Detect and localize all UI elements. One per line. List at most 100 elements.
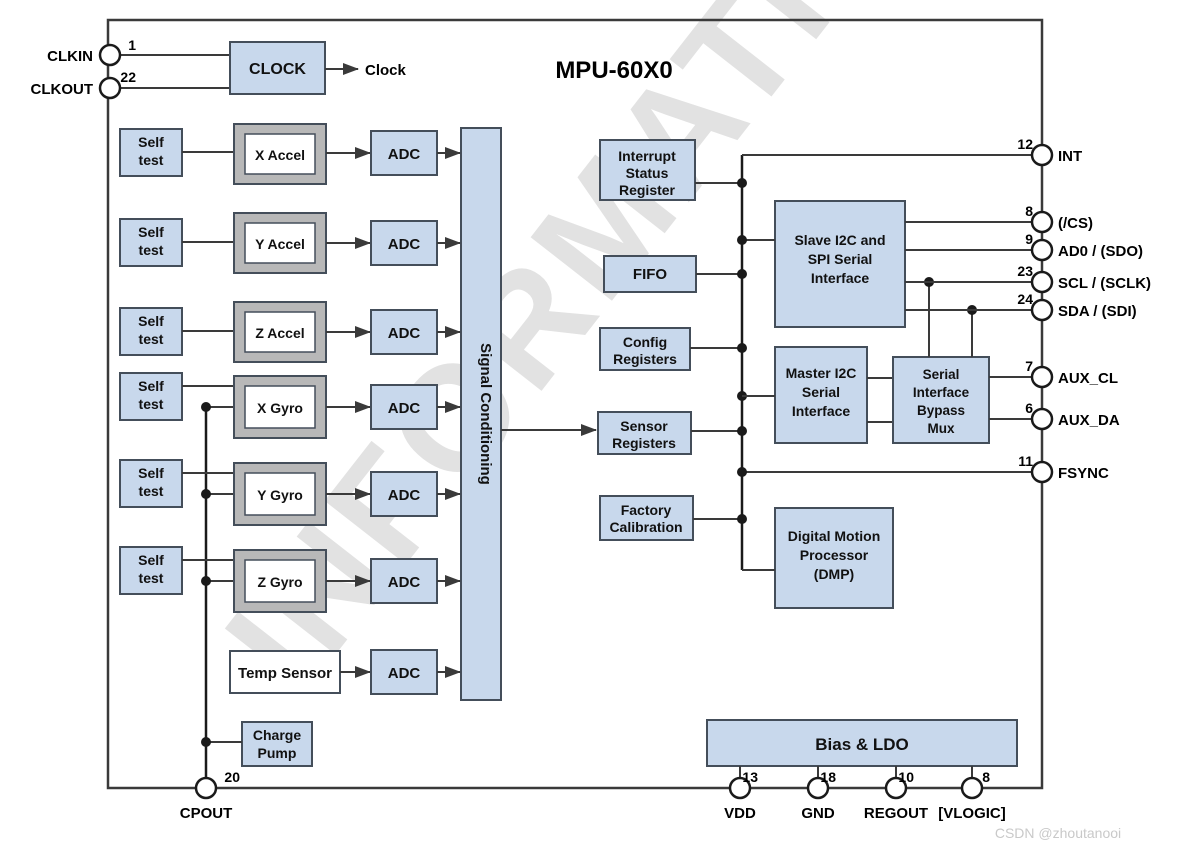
mux-label-4: Mux — [928, 421, 955, 436]
block-z-gyro-label: Z Gyro — [257, 574, 302, 590]
block-adc-x-gyro-label: ADC — [388, 400, 421, 417]
junction-dot-x-gyro — [201, 402, 211, 412]
pin-ad0-label: AD0 / (SDO) — [1058, 243, 1143, 260]
pin-aux-da-label: AUX_DA — [1058, 412, 1120, 429]
pin-ad0[interactable] — [1030, 238, 1054, 262]
pin-cs-number: 8 — [1025, 203, 1033, 219]
junction-dot-sensorreg — [737, 426, 747, 436]
mux-label-3: Bypass — [917, 403, 965, 418]
junction-dot-slave — [737, 235, 747, 245]
config-label-1: Config — [623, 334, 667, 350]
pin-vdd-label: VDD — [724, 805, 756, 822]
pin-aux-cl-number: 7 — [1025, 358, 1033, 374]
junction-dot-factcal — [737, 514, 747, 524]
block-adc-x-accel-label: ADC — [388, 146, 421, 163]
block-fifo-label: FIFO — [633, 266, 667, 283]
self-test-label-2: test — [139, 152, 164, 168]
block-y-accel-label: Y Accel — [255, 236, 305, 252]
pin-scl-label: SCL / (SCLK) — [1058, 275, 1151, 292]
pin-clkout-label: CLKOUT — [31, 81, 94, 98]
dmp-label-2: Processor — [800, 547, 869, 563]
dmp-label-1: Digital Motion — [788, 528, 881, 544]
self-test-label-2: test — [139, 483, 164, 499]
block-clock-label: CLOCK — [249, 61, 306, 78]
pin-aux-da-number: 6 — [1025, 400, 1033, 416]
pin-aux-cl-label: AUX_CL — [1058, 370, 1118, 387]
block-temp-sensor-label: Temp Sensor — [238, 665, 332, 682]
slave-label-1: Slave I2C and — [794, 232, 885, 248]
self-test-label-2: test — [139, 331, 164, 347]
isr-label-3: Register — [619, 182, 676, 198]
pin-aux-cl[interactable] — [1030, 365, 1054, 389]
pin-clkin[interactable] — [98, 43, 122, 67]
junction-dot-config — [737, 343, 747, 353]
block-y-gyro-label: Y Gyro — [257, 487, 303, 503]
pin-sda[interactable] — [1030, 298, 1054, 322]
pin-int[interactable] — [1030, 143, 1054, 167]
block-adc-z-gyro-label: ADC — [388, 574, 421, 591]
mux-label-2: Interface — [913, 385, 970, 400]
pin-vdd-number: 13 — [742, 769, 758, 785]
pin-sda-label: SDA / (SDI) — [1058, 303, 1137, 320]
block-adc-y-gyro-label: ADC — [388, 487, 421, 504]
master-label-1: Master I2C — [786, 365, 857, 381]
self-test-label-2: test — [139, 570, 164, 586]
sensor-row-x-accel: Self test X Accel ADC — [119, 123, 461, 185]
block-adc-z-accel-label: ADC — [388, 325, 421, 342]
pin-vlogic-number: 8 — [982, 769, 990, 785]
junction-dot-fsync — [737, 467, 747, 477]
pin-gnd-number: 18 — [820, 769, 836, 785]
self-test-label-1: Self — [138, 552, 164, 568]
pin-clkout[interactable] — [98, 76, 122, 100]
self-test-label-2: test — [139, 242, 164, 258]
pin-ad0-number: 9 — [1025, 231, 1033, 247]
block-signal-conditioning-label: Signal Conditioning — [477, 343, 494, 485]
pin-fsync[interactable] — [1030, 460, 1054, 484]
pin-scl[interactable] — [1030, 270, 1054, 294]
master-label-2: Serial — [802, 384, 840, 400]
pin-cs[interactable] — [1030, 210, 1054, 234]
isr-label-2: Status — [626, 165, 669, 181]
pin-regout-label: REGOUT — [864, 805, 928, 822]
sensorreg-label-1: Sensor — [620, 418, 668, 434]
block-x-gyro-label: X Gyro — [257, 400, 303, 416]
charge-pump-label-2: Pump — [258, 745, 297, 761]
page-title: MPU-60X0 — [555, 57, 672, 84]
junction-dot-y-gyro — [201, 489, 211, 499]
junction-dot-z-gyro — [201, 576, 211, 586]
pin-cs-label: (/CS) — [1058, 215, 1093, 232]
mux-label-1: Serial — [923, 367, 960, 382]
junction-dot-fifo — [737, 269, 747, 279]
csdn-credit: CSDN @zhoutanooi — [995, 825, 1121, 841]
factcal-label-2: Calibration — [609, 519, 682, 535]
pin-fsync-label: FSYNC — [1058, 465, 1109, 482]
pin-int-label: INT — [1058, 148, 1082, 165]
pin-aux-da[interactable] — [1030, 407, 1054, 431]
pin-cpout-number: 20 — [224, 769, 240, 785]
block-diagram-canvas: INFORMATION MPU-60X0 CLOCK Clock CLKIN 1… — [0, 0, 1182, 851]
block-adc-y-accel-label: ADC — [388, 236, 421, 253]
pin-clkin-label: CLKIN — [47, 48, 93, 65]
pin-cpout[interactable] — [194, 776, 218, 800]
clock-output-label: Clock — [365, 62, 407, 79]
pin-clkin-number: 1 — [128, 37, 136, 53]
self-test-label-1: Self — [138, 465, 164, 481]
pin-vlogic[interactable] — [960, 776, 984, 800]
charge-pump-label-1: Charge — [253, 727, 301, 743]
self-test-label-1: Self — [138, 313, 164, 329]
pin-int-number: 12 — [1017, 136, 1033, 152]
slave-label-2: SPI Serial — [808, 251, 873, 267]
pin-scl-number: 23 — [1017, 263, 1033, 279]
block-x-accel-label: X Accel — [255, 147, 305, 163]
pin-clkout-number: 22 — [120, 69, 136, 85]
pin-regout-number: 10 — [898, 769, 914, 785]
pin-cpout-label: CPOUT — [180, 805, 233, 822]
dmp-label-3: (DMP) — [814, 566, 854, 582]
pin-fsync-number: 11 — [1018, 453, 1033, 469]
sensor-row-z-accel: Self test Z Accel ADC — [119, 301, 461, 363]
junction-dot-isr — [737, 178, 747, 188]
pin-vlogic-label: [VLOGIC] — [938, 805, 1006, 822]
self-test-label-1: Self — [138, 134, 164, 150]
pin-sda-number: 24 — [1017, 291, 1033, 307]
isr-label-1: Interrupt — [618, 148, 676, 164]
